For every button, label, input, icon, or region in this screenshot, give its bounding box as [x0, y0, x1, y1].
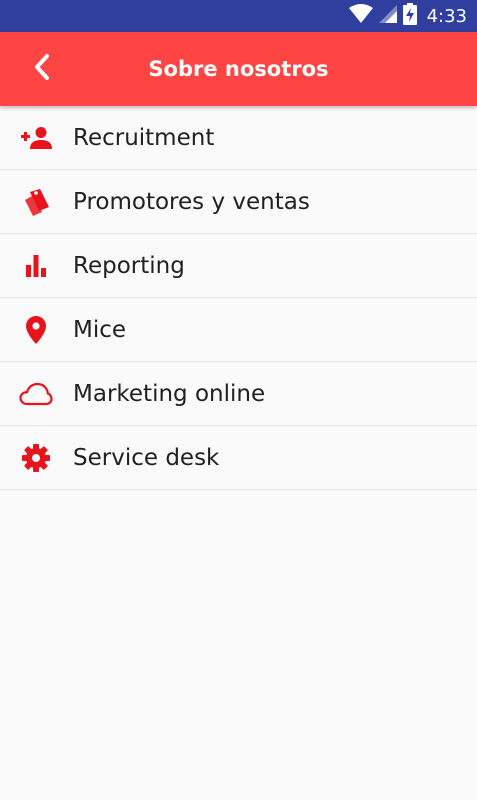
- menu-item-label: Recruitment: [73, 124, 215, 151]
- tags-icon: [0, 188, 72, 216]
- battery-charging-icon: [402, 2, 417, 30]
- menu-item-label: Promotores y ventas: [73, 188, 310, 215]
- location-pin-icon: [0, 315, 72, 344]
- menu-item-promotores-y-ventas[interactable]: Promotores y ventas: [0, 170, 477, 234]
- menu-item-label: Marketing online: [73, 380, 266, 407]
- chevron-left-icon: [32, 53, 52, 86]
- menu-item-mice[interactable]: Mice: [0, 298, 477, 362]
- menu-item-recruitment[interactable]: Recruitment: [0, 106, 477, 170]
- status-icons: 4:33: [348, 0, 467, 32]
- menu-list: Recruitment Promotores y ventas Reportin…: [0, 106, 477, 490]
- menu-item-marketing-online[interactable]: Marketing online: [0, 362, 477, 426]
- gear-icon: [0, 443, 72, 472]
- bar-chart-icon: [0, 254, 72, 278]
- status-time: 4:33: [426, 5, 467, 27]
- status-bar: 4:33: [0, 0, 477, 32]
- wifi-icon: [348, 3, 373, 29]
- menu-item-service-desk[interactable]: Service desk: [0, 426, 477, 490]
- menu-item-label: Reporting: [73, 252, 185, 279]
- menu-item-reporting[interactable]: Reporting: [0, 234, 477, 298]
- signal-icon: [378, 4, 397, 28]
- menu-item-label: Service desk: [73, 444, 220, 471]
- cloud-icon: [0, 382, 72, 406]
- person-add-icon: [0, 126, 72, 150]
- menu-item-label: Mice: [73, 316, 127, 343]
- app-bar: Sobre nosotros: [0, 32, 477, 106]
- back-button[interactable]: [22, 49, 62, 89]
- page-title: Sobre nosotros: [148, 57, 329, 81]
